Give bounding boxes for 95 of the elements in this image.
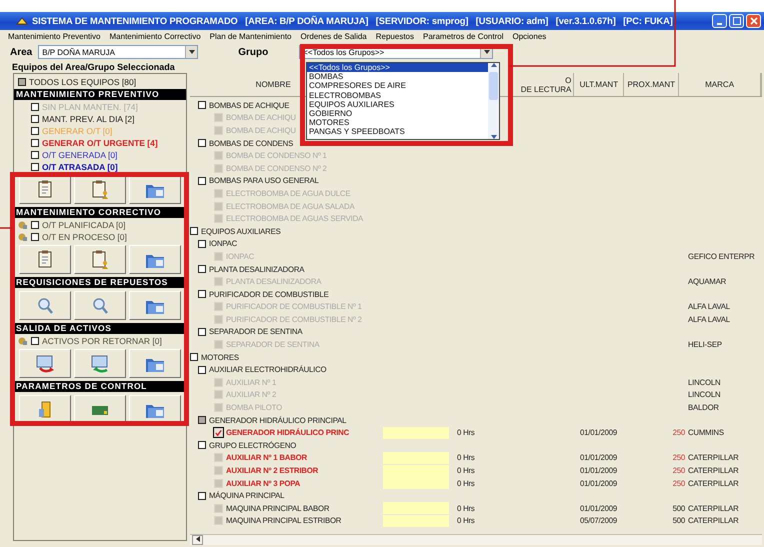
minimize-button[interactable] — [712, 14, 727, 28]
filter-item[interactable]: O/T PLANIFICADA [0] — [42, 220, 126, 230]
filter-item[interactable]: TODOS LOS EQUIPOS [80] — [29, 77, 136, 87]
area-label: Area — [10, 46, 32, 58]
checkbox[interactable] — [190, 353, 198, 362]
dropdown-option[interactable]: GOBIERNO — [307, 108, 488, 118]
tool-button[interactable] — [74, 291, 126, 320]
filter-item[interactable]: MANT. PREV. AL DIA [2] — [42, 114, 134, 124]
tool-button[interactable] — [19, 245, 72, 274]
scroll-down-icon — [490, 135, 496, 139]
dropdown-option[interactable]: MOTORES — [307, 118, 488, 128]
checkbox[interactable] — [31, 163, 39, 171]
dropdown-option[interactable]: <<Todos los Grupos>> — [307, 63, 488, 72]
checkbox[interactable] — [198, 328, 206, 336]
callout-line — [0, 226, 12, 230]
area-dropdown[interactable]: B/P DOÑA MARUJA — [38, 45, 198, 59]
checkbox[interactable] — [198, 366, 206, 374]
filter-item[interactable]: ACTIVOS POR RETORNAR [0] — [42, 336, 162, 346]
status-icon — [18, 232, 28, 242]
close-button[interactable] — [746, 14, 761, 28]
section-header: MANTENIMIENTO CORRECTIVO — [14, 207, 186, 218]
filter-item[interactable]: O/T EN PROCESO [0] — [42, 232, 127, 242]
group-label: Grupo — [238, 46, 268, 58]
checkbox[interactable] — [31, 139, 39, 147]
window-title: SISTEMA DE MANTENIMIENTO PROGRAMADO [AREA: B/P DOÑA MARUJA] [SERVIDOR: smprog] [USUARIO: adm] [ver.3.1.0.67h] [PC: FUKA] — [32, 16, 674, 26]
reading-field[interactable] — [383, 464, 449, 477]
section-header: PARAMETROS DE CONTROL — [14, 381, 186, 392]
tool-button[interactable] — [128, 395, 181, 424]
tool-button[interactable] — [74, 175, 126, 204]
checkbox[interactable] — [18, 78, 26, 86]
menu-item[interactable]: Mantenimiento Correctivo — [110, 32, 201, 41]
status-icon — [18, 220, 28, 230]
checkbox[interactable] — [198, 441, 206, 450]
reading-field[interactable] — [383, 477, 449, 490]
menu-item[interactable]: Repuestos — [376, 32, 414, 41]
filter-item[interactable]: O/T ATRASADA [0] — [42, 162, 118, 172]
checkbox[interactable] — [198, 290, 206, 298]
caret-icon — [188, 50, 195, 54]
checkbox[interactable] — [198, 416, 206, 424]
tool-button[interactable] — [74, 395, 126, 424]
horizontal-scrollbar[interactable] — [190, 534, 762, 545]
section-header: MANTENIMIENTO PREVENTIVO — [14, 89, 186, 100]
checkbox[interactable] — [198, 492, 206, 500]
checkbox[interactable] — [31, 337, 39, 345]
tool-button[interactable] — [19, 395, 72, 424]
tool-button[interactable] — [74, 245, 126, 274]
column-header[interactable]: ULT.MANT — [574, 73, 624, 96]
app-icon — [16, 16, 28, 26]
menu-item[interactable]: Mantenimiento Preventivo — [8, 32, 100, 41]
filter-item[interactable]: GENERAR O/T URGENTE [4] — [42, 138, 158, 148]
scroll-up-icon — [490, 63, 496, 67]
checkbox[interactable] — [198, 139, 206, 148]
menu-item[interactable]: Ordenes de Salida — [300, 32, 367, 41]
checkbox[interactable] — [198, 176, 206, 185]
dropdown-option[interactable]: EQUIPOS AUXILIARES — [307, 100, 488, 109]
checkbox[interactable] — [31, 233, 39, 241]
column-header[interactable]: MARCA — [679, 73, 761, 96]
maximize-icon — [732, 17, 740, 25]
checkbox[interactable] — [214, 428, 223, 438]
section-header: SALIDA DE ACTIVOS — [14, 323, 186, 334]
checkbox[interactable] — [198, 240, 206, 248]
caret-icon — [484, 50, 490, 54]
column-header[interactable]: PROX.MANT — [624, 73, 680, 96]
status-icon — [18, 336, 28, 346]
tool-button[interactable] — [74, 349, 126, 378]
screen-out-icon — [34, 352, 56, 374]
checkbox[interactable] — [31, 127, 39, 135]
vertical-scrollbar[interactable] — [488, 63, 499, 139]
dropdown-option[interactable]: PANGAS Y SPEEDBOATS — [307, 127, 488, 136]
tool-button[interactable] — [19, 175, 72, 204]
tool-button[interactable] — [19, 291, 72, 320]
checkbox[interactable] — [31, 115, 39, 123]
menu-item[interactable]: Plan de Mantenimiento — [210, 32, 292, 41]
close-icon — [750, 17, 758, 25]
checkbox[interactable] — [31, 103, 39, 111]
tool-button[interactable] — [128, 291, 181, 320]
menu-item[interactable]: Parametros de Control — [423, 32, 504, 41]
tool-button[interactable] — [128, 245, 181, 274]
maximize-button[interactable] — [729, 14, 744, 28]
checkbox[interactable] — [190, 227, 198, 236]
reading-field[interactable] — [383, 426, 449, 439]
reading-field[interactable] — [383, 502, 449, 514]
checkbox[interactable] — [198, 101, 206, 110]
reading-field[interactable] — [383, 514, 449, 527]
reading-field[interactable] — [383, 452, 449, 464]
checkbox[interactable] — [198, 265, 206, 274]
section-header: REQUISICIONES DE REPUESTOS — [14, 277, 186, 288]
tool-button[interactable] — [128, 349, 181, 378]
checkbox[interactable] — [31, 221, 39, 229]
tool-button[interactable] — [128, 175, 181, 204]
filter-item[interactable]: O/T GENERADA [0] — [42, 150, 118, 160]
tool-button[interactable] — [19, 349, 72, 378]
menu-item[interactable]: Opciones — [512, 32, 546, 41]
scroll-left-icon — [196, 536, 200, 542]
checkbox[interactable] — [31, 151, 39, 159]
